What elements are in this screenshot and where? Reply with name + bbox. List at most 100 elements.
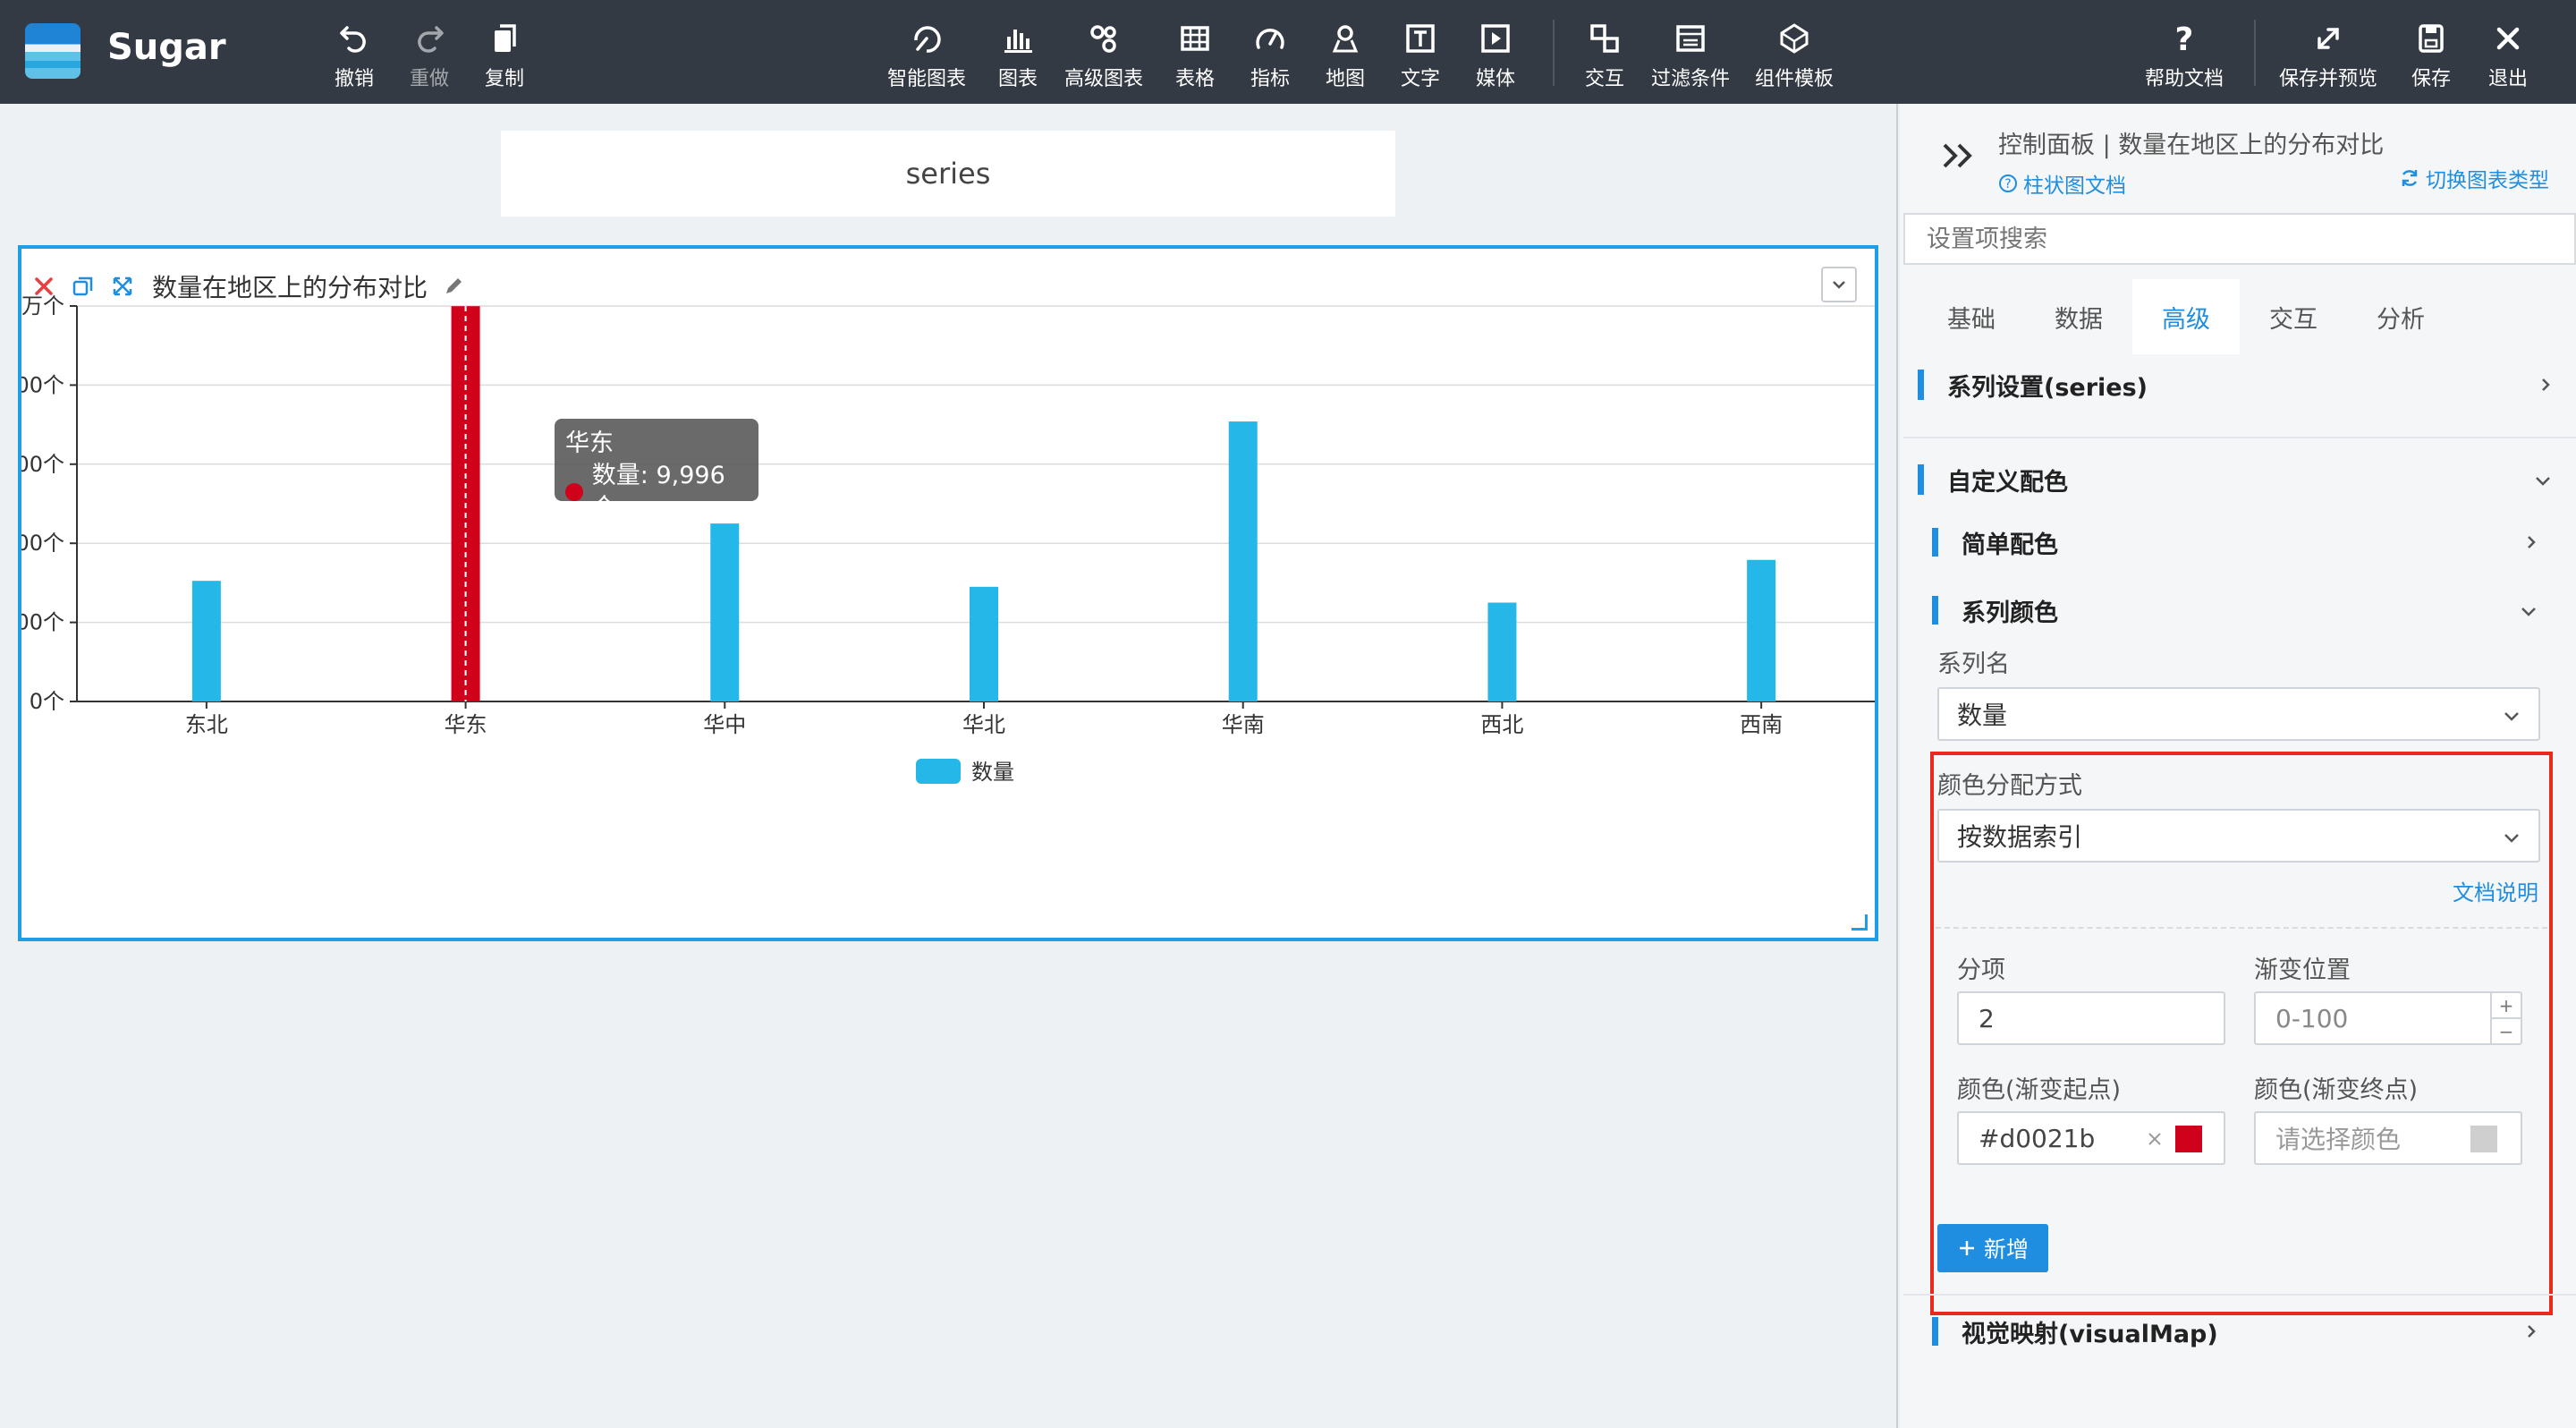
split-value: 2 xyxy=(1979,1003,1995,1033)
help-button[interactable]: ? 帮助文档 xyxy=(2145,16,2224,93)
color-mode-select[interactable]: 按数据索引 xyxy=(1937,809,2540,863)
section-marker xyxy=(1932,1317,1938,1346)
section-visual-map[interactable]: 视觉映射(visualMap) xyxy=(1900,1312,2576,1351)
tooltip-title: 华东 xyxy=(565,429,614,457)
svg-text:?: ? xyxy=(2004,177,2011,191)
brand-name: Sugar xyxy=(107,27,226,68)
chevron-down-icon xyxy=(2504,712,2519,721)
tab-advanced[interactable]: 高级 xyxy=(2132,279,2240,354)
toolbar-divider xyxy=(2254,20,2256,86)
smart-chart-button[interactable]: 智能图表 xyxy=(887,16,966,93)
x-tick-label: 西北 xyxy=(1480,712,1523,737)
table-label: 表格 xyxy=(1175,68,1216,90)
help-icon: ? xyxy=(2175,21,2194,56)
chevron-down-icon xyxy=(2504,834,2519,843)
color-mode-label: 颜色分配方式 xyxy=(1937,772,2082,800)
advanced-chart-label: 高级图表 xyxy=(1064,68,1144,90)
tab-data[interactable]: 数据 xyxy=(2025,279,2132,354)
media-button[interactable]: 媒体 xyxy=(1476,16,1515,93)
svg-text:?: ? xyxy=(2175,21,2194,56)
chart-card[interactable]: 数量在地区上的分布对比 0个2,000个4,000个6,000个8,000个1万… xyxy=(18,245,1878,941)
smart-chart-label: 智能图表 xyxy=(887,68,967,90)
template-label: 组件模板 xyxy=(1755,68,1835,90)
color-end-input[interactable]: 请选择颜色 xyxy=(2254,1111,2522,1165)
text-icon xyxy=(1406,24,1435,53)
section-series-color[interactable]: 系列颜色 xyxy=(1900,591,2576,630)
save-preview-label: 保存并预览 xyxy=(2279,68,2378,90)
map-icon xyxy=(1332,25,1359,53)
y-tick-label: 8,000个 xyxy=(21,372,64,397)
section-simple-color-label: 简单配色 xyxy=(1962,531,2058,559)
template-button[interactable]: 组件模板 xyxy=(1755,16,1834,93)
switch-chart-type-label: 切换图表类型 xyxy=(2426,169,2549,192)
chart-doc-link[interactable]: ? 柱状图文档 xyxy=(1998,168,2126,199)
save-button[interactable]: 保存 xyxy=(2411,16,2451,93)
copy-button[interactable]: 复制 xyxy=(485,16,524,93)
split-input[interactable]: 2 xyxy=(1957,991,2225,1045)
y-tick-label: 4,000个 xyxy=(21,531,64,556)
metric-button[interactable]: 指标 xyxy=(1250,16,1290,93)
section-divider xyxy=(1903,1294,2576,1296)
close-icon xyxy=(2496,27,2520,50)
color-start-value: #d0021b xyxy=(1979,1123,2096,1153)
toolbar-divider xyxy=(1553,20,1555,86)
interaction-button[interactable]: 交互 xyxy=(1585,16,1624,93)
filter-icon xyxy=(1676,25,1705,52)
color-end-label: 颜色(渐变终点) xyxy=(2254,1076,2419,1104)
switch-chart-type-link[interactable]: 切换图表类型 xyxy=(2399,163,2549,193)
legend-label: 数量 xyxy=(971,760,1014,785)
color-start-input[interactable]: #d0021b xyxy=(1957,1111,2225,1165)
settings-search-input[interactable] xyxy=(1903,213,2576,265)
x-tick-label: 华北 xyxy=(962,712,1005,737)
chart-button[interactable]: 图表 xyxy=(998,16,1038,93)
x-tick-label: 西南 xyxy=(1740,712,1783,737)
map-button[interactable]: 地图 xyxy=(1326,16,1365,93)
add-button[interactable]: 新增 xyxy=(1937,1224,2048,1272)
tab-analysis[interactable]: 分析 xyxy=(2347,279,2454,354)
panel-divider[interactable] xyxy=(1896,104,1898,1428)
text-button[interactable]: 文字 xyxy=(1401,16,1440,93)
sugar-logo-icon[interactable] xyxy=(25,23,80,79)
undo-icon xyxy=(340,26,366,53)
tooltip-series-dot xyxy=(565,483,583,501)
redo-label: 重做 xyxy=(410,68,450,90)
interaction-icon xyxy=(1590,24,1619,53)
resize-handle[interactable] xyxy=(1852,914,1868,931)
panel-tabs: 基础 数据 高级 交互 分析 xyxy=(1918,279,2454,354)
tooltip-value: 数量: 9,996个 xyxy=(591,462,725,522)
section-simple-color[interactable]: 简单配色 xyxy=(1900,523,2576,562)
undo-button[interactable]: 撤销 xyxy=(335,16,374,93)
map-label: 地图 xyxy=(1326,68,1366,90)
undo-label: 撤销 xyxy=(335,68,375,90)
advanced-chart-button[interactable]: 高级图表 xyxy=(1064,16,1143,93)
decrement-button[interactable]: − xyxy=(2492,1019,2521,1043)
color-start-swatch[interactable] xyxy=(2175,1126,2202,1152)
bar-西南 xyxy=(1747,559,1776,701)
exit-button[interactable]: 退出 xyxy=(2488,16,2528,93)
section-marker xyxy=(1918,370,1924,400)
gradient-position-input[interactable]: 0-100 + − xyxy=(2254,991,2522,1045)
tab-basic[interactable]: 基础 xyxy=(1918,279,2025,354)
section-marker xyxy=(1918,464,1924,495)
collapse-panel-icon[interactable] xyxy=(1941,140,1977,175)
x-tick-label: 华中 xyxy=(703,712,746,737)
doc-explain-link[interactable]: 文档说明 xyxy=(2453,875,2538,906)
table-button[interactable]: 表格 xyxy=(1175,16,1215,93)
filter-button[interactable]: 过滤条件 xyxy=(1651,16,1730,93)
increment-button[interactable]: + xyxy=(2492,993,2521,1019)
copy-label: 复制 xyxy=(485,68,525,90)
clear-icon[interactable] xyxy=(2145,1129,2165,1149)
section-custom-color[interactable]: 自定义配色 xyxy=(1900,460,2576,499)
series-title-box[interactable]: series xyxy=(501,131,1395,217)
y-tick-label: 0个 xyxy=(30,689,64,714)
section-visual-map-label: 视觉映射(visualMap) xyxy=(1962,1320,2218,1348)
section-series[interactable]: 系列设置(series) xyxy=(1900,365,2576,404)
save-preview-button[interactable]: 保存并预览 xyxy=(2279,16,2377,93)
y-tick-label: 6,000个 xyxy=(21,452,64,477)
color-end-swatch[interactable] xyxy=(2470,1126,2497,1152)
bar-chart-icon xyxy=(1004,30,1032,53)
tab-interaction[interactable]: 交互 xyxy=(2240,279,2347,354)
copy-icon xyxy=(495,24,516,52)
redo-button[interactable]: 重做 xyxy=(410,16,449,93)
series-name-select[interactable]: 数量 xyxy=(1937,687,2540,741)
